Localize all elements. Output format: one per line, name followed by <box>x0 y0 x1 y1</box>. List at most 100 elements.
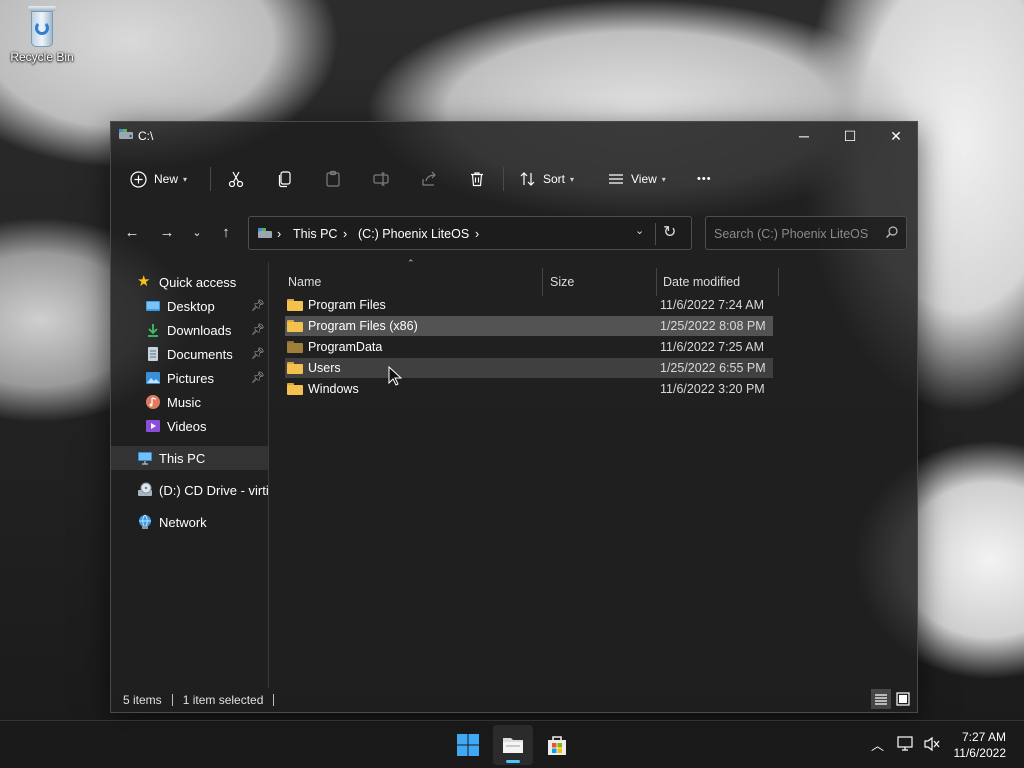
system-clock[interactable]: 7:27 AM 11/6/2022 <box>954 729 1007 761</box>
recycle-bin-icon <box>25 6 59 48</box>
table-row[interactable]: Program Files (x86) 1/25/2022 8:08 PM <box>285 316 773 336</box>
trash-icon <box>471 172 483 187</box>
close-button[interactable]: ✕ <box>873 122 919 150</box>
more-icon: ••• <box>697 173 712 185</box>
breadcrumb-separator: › <box>343 227 348 241</box>
file-name: Program Files <box>308 298 386 312</box>
sort-button[interactable]: Sort ▾ <box>519 164 574 194</box>
sidebar-item-label: Music <box>167 394 201 410</box>
show-hidden-icons-button[interactable]: ︿ <box>871 735 884 754</box>
sidebar-item-downloads[interactable]: Downloads 📌︎ <box>111 318 268 342</box>
sidebar-item-label: Desktop <box>167 298 215 314</box>
sort-label: Sort <box>543 172 566 186</box>
sidebar-item-label: Quick access <box>159 274 237 290</box>
taskbar-microsoft-store[interactable] <box>537 725 577 765</box>
arrow-left-icon: ← <box>124 223 140 241</box>
share-icon <box>422 171 436 186</box>
pin-icon[interactable]: 📌︎ <box>251 299 265 312</box>
chevron-down-icon: ⌄ <box>192 226 202 239</box>
taskbar: ︿ 7:27 AM 11/6/2022 <box>0 720 1024 768</box>
breadcrumb-separator: › <box>277 227 282 241</box>
title-bar[interactable]: C:\ ─ ☐ ✕ <box>111 122 917 150</box>
table-row[interactable]: Users 1/25/2022 6:55 PM <box>285 358 773 378</box>
address-dropdown-icon[interactable]: ⌄ <box>635 224 644 237</box>
network-status-button[interactable] <box>897 736 915 755</box>
pin-icon[interactable]: 📌︎ <box>251 323 265 336</box>
sidebar-item-cd-drive[interactable]: (D:) CD Drive - virtio-win <box>111 478 269 502</box>
table-row[interactable]: Program Files 11/6/2022 7:24 AM <box>285 295 773 315</box>
copy-icon <box>278 171 291 188</box>
search-input[interactable]: Search (C:) Phoenix LiteOS <box>705 216 907 250</box>
maximize-button[interactable]: ☐ <box>827 122 873 150</box>
delete-button[interactable] <box>468 164 486 194</box>
address-bar[interactable]: › This PC › (C:) Phoenix LiteOS › ⌄ ↻ <box>248 216 692 250</box>
chevron-down-icon: ▾ <box>183 174 188 184</box>
download-icon <box>148 324 158 337</box>
chevron-down-icon: ▾ <box>570 174 575 184</box>
more-options-button[interactable]: ••• <box>697 164 712 194</box>
file-name: Program Files (x86) <box>308 319 418 333</box>
divider <box>503 167 504 191</box>
table-row[interactable]: ProgramData 11/6/2022 7:25 AM <box>285 337 773 357</box>
tiles-view-icon <box>896 692 910 706</box>
file-date: 1/25/2022 8:08 PM <box>660 319 766 333</box>
cut-button[interactable] <box>227 164 245 194</box>
tiles-view-button[interactable] <box>893 689 913 709</box>
chevron-up-icon: ︿ <box>871 738 885 753</box>
chevron-down-icon: ▾ <box>661 174 666 184</box>
taskbar-file-explorer[interactable] <box>493 725 533 765</box>
sidebar-item-this-pc[interactable]: This PC <box>111 446 268 470</box>
rename-button[interactable] <box>372 164 390 194</box>
start-button[interactable] <box>448 725 488 765</box>
clock-time: 7:27 AM <box>961 730 1006 744</box>
volume-button[interactable] <box>923 736 941 755</box>
folder-icon <box>287 299 303 311</box>
breadcrumb-this-pc[interactable]: This PC <box>293 227 337 241</box>
folder-icon <box>287 341 303 353</box>
paste-button[interactable] <box>324 164 342 194</box>
pin-icon[interactable]: 📌︎ <box>251 347 265 360</box>
search-icon <box>886 226 898 238</box>
forward-button[interactable]: → <box>156 220 178 244</box>
document-icon <box>148 347 158 361</box>
scissors-icon <box>228 171 244 188</box>
file-explorer-icon <box>503 738 523 753</box>
mouse-cursor-icon <box>388 366 402 386</box>
clock-date: 11/6/2022 <box>953 746 1007 760</box>
pin-icon[interactable]: 📌︎ <box>251 371 265 384</box>
refresh-icon[interactable]: ↻ <box>663 222 676 242</box>
divider <box>210 167 211 191</box>
sidebar-item-videos[interactable]: Videos <box>111 414 268 438</box>
arrow-right-icon: → <box>159 223 175 241</box>
breadcrumb-separator: › <box>475 227 480 241</box>
breadcrumb-c-drive[interactable]: (C:) Phoenix LiteOS <box>358 227 469 241</box>
recent-locations-button[interactable]: ⌄ <box>186 220 208 244</box>
sidebar-item-pictures[interactable]: Pictures 📌︎ <box>111 366 268 390</box>
sidebar-item-quick-access[interactable]: ★ Quick access <box>111 270 268 294</box>
view-button[interactable]: View ▾ <box>607 164 666 194</box>
up-button[interactable]: ↑ <box>215 220 237 244</box>
star-icon: ★ <box>137 273 151 290</box>
minimize-button[interactable]: ─ <box>781 122 827 150</box>
sidebar-item-music[interactable]: Music <box>111 390 268 414</box>
video-icon <box>146 420 160 432</box>
share-button[interactable] <box>420 164 438 194</box>
sidebar-item-label: (D:) CD Drive - virtio-win <box>159 482 269 498</box>
details-view-icon <box>875 694 887 705</box>
sidebar-item-label: Videos <box>167 418 207 434</box>
details-view-button[interactable] <box>871 689 891 709</box>
back-button[interactable]: ← <box>121 220 143 244</box>
recycle-bin-desktop-icon[interactable]: Recycle Bin <box>4 6 80 64</box>
new-button[interactable]: New ▾ <box>130 164 187 194</box>
copy-button[interactable] <box>276 164 294 194</box>
file-name: Windows <box>308 382 359 396</box>
sidebar-item-documents[interactable]: Documents 📌︎ <box>111 342 268 366</box>
sidebar-item-desktop[interactable]: Desktop 📌︎ <box>111 294 268 318</box>
command-bar: New ▾ Sort ▾ View ▾ ••• <box>111 158 917 200</box>
picture-icon <box>146 372 160 384</box>
file-name: Users <box>308 361 341 375</box>
sidebar-item-network[interactable]: Network <box>111 510 268 534</box>
drive-icon <box>258 228 272 238</box>
table-row[interactable]: Windows 11/6/2022 3:20 PM <box>285 379 773 399</box>
store-icon <box>548 736 566 755</box>
